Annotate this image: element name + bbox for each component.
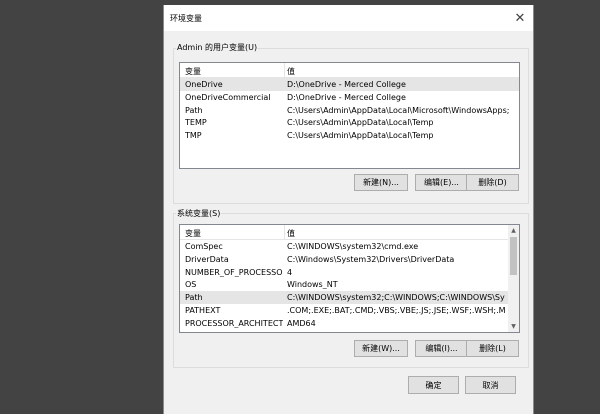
variable-value: D:\OneDrive - Merced College	[287, 92, 406, 102]
close-icon[interactable]: ✕	[507, 5, 533, 31]
user-new-button[interactable]: 新建(N)...	[354, 174, 408, 191]
variable-value: D:\OneDrive - Merced College	[287, 80, 406, 89]
variable-name: NUMBER_OF_PROCESSORS	[185, 267, 283, 277]
title-bar[interactable]: 环境变量 ✕	[164, 5, 533, 31]
column-header-value[interactable]: 值	[287, 66, 295, 77]
system-variables-list[interactable]: 变量 值 ComSpec C:\WINDOWS\system32\cmd.exe D…	[179, 224, 520, 333]
table-row[interactable]: NUMBER_OF_PROCESSORS 4	[180, 266, 508, 279]
variable-value: C:\Windows\System32\Drivers\DriverData	[287, 254, 455, 264]
chevron-up-icon[interactable]: ▲	[508, 225, 519, 236]
table-row[interactable]: TMP C:\Users\Admin\AppData\Local\Temp	[180, 129, 519, 142]
table-row[interactable]: DriverData C:\Windows\System32\Drivers\Dr…	[180, 253, 508, 266]
table-row[interactable]: Path C:\Users\Admin\AppData\Local\Microso…	[180, 104, 519, 117]
table-row[interactable]: PROCESSOR_ARCHITECT... AMD64	[180, 317, 508, 330]
variable-name: OneDrive	[185, 80, 223, 89]
table-row[interactable]: Path C:\WINDOWS\system32;C:\WINDOWS;C:\WI…	[180, 291, 508, 305]
variable-name: PATHEXT	[185, 306, 221, 315]
variable-name: TEMP	[185, 118, 207, 128]
variable-value: C:\Users\Admin\AppData\Local\Temp	[287, 131, 434, 141]
variable-name: OneDriveCommercial	[185, 92, 271, 102]
variable-name: Path	[185, 105, 203, 115]
variable-value: C:\WINDOWS\system32\cmd.exe	[287, 242, 419, 251]
table-row[interactable]: TEMP C:\Users\Admin\AppData\Local\Temp	[180, 116, 519, 129]
cancel-button[interactable]: 取消	[465, 376, 516, 394]
variable-value: Windows_NT	[287, 280, 338, 290]
variable-name: TMP	[185, 131, 202, 141]
user-edit-button[interactable]: 编辑(E)...	[415, 174, 468, 191]
system-new-button[interactable]: 新建(W)...	[354, 340, 408, 357]
variable-value: .COM;.EXE;.BAT;.CMD;.VBS;.VBE;.JS;.JSE;.…	[287, 306, 505, 315]
table-row[interactable]: OneDrive D:\OneDrive - Merced College	[180, 78, 519, 91]
table-row[interactable]: PATHEXT .COM;.EXE;.BAT;.CMD;.VBS;.VBE;.JS…	[180, 304, 508, 317]
table-row[interactable]: OneDriveCommercial D:\OneDrive - Merced C…	[180, 91, 519, 104]
chevron-down-icon[interactable]: ▼	[508, 321, 519, 332]
variable-value: C:\WINDOWS\system32;C:\WINDOWS;C:\WINDOW…	[287, 293, 505, 303]
list-header: 变量 值	[180, 225, 519, 240]
system-variables-label: 系统变量(S)	[176, 208, 222, 219]
table-row[interactable]: ComSpec C:\WINDOWS\system32\cmd.exe	[180, 240, 508, 253]
scroll-thumb[interactable]	[510, 237, 517, 275]
window-title: 环境变量	[170, 14, 202, 23]
variable-value: C:\Users\Admin\AppData\Local\Microsoft\W…	[287, 105, 510, 115]
vertical-scrollbar[interactable]: ▲ ▼	[508, 225, 519, 332]
ok-button[interactable]: 确定	[408, 376, 459, 394]
variable-name: OS	[185, 280, 197, 290]
variable-value: 4	[287, 267, 293, 277]
system-delete-button[interactable]: 删除(L)	[466, 340, 519, 357]
variable-name: ComSpec	[185, 242, 223, 251]
variable-value: AMD64	[287, 318, 316, 328]
variable-name: PROCESSOR_ARCHITECT...	[185, 318, 283, 328]
column-header-variable[interactable]: 变量	[185, 66, 201, 77]
user-variables-label: Admin 的用户变量(U)	[176, 42, 259, 53]
column-header-variable[interactable]: 变量	[185, 228, 201, 239]
variable-name: Path	[185, 293, 203, 303]
column-header-value[interactable]: 值	[287, 228, 295, 239]
table-row[interactable]: OS Windows_NT	[180, 278, 508, 291]
variable-value: C:\Users\Admin\AppData\Local\Temp	[287, 118, 434, 128]
variable-name: DriverData	[185, 254, 229, 264]
system-edit-button[interactable]: 编辑(I)...	[415, 340, 468, 357]
list-header: 变量 值	[180, 63, 519, 78]
user-delete-button[interactable]: 删除(D)	[466, 174, 519, 191]
user-variables-list[interactable]: 变量 值 OneDrive D:\OneDrive - Merced Colleg…	[179, 62, 520, 169]
environment-variables-dialog: 环境变量 ✕ Admin 的用户变量(U) 变量 值 OneDrive D:\On…	[163, 5, 534, 414]
